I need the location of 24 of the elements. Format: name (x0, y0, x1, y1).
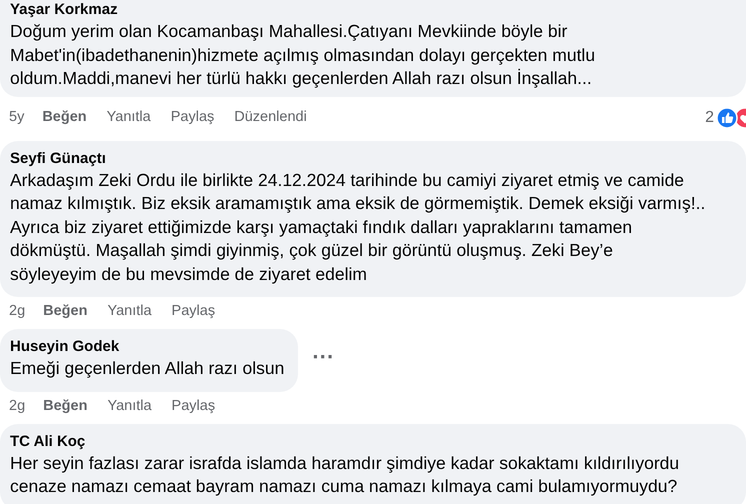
action-link[interactable]: Paylaş (172, 396, 216, 418)
action-link[interactable]: Paylaş (172, 301, 216, 323)
comment-time[interactable]: 2g (9, 396, 26, 418)
author-name[interactable]: TC Ali Koç (10, 432, 746, 452)
action-link[interactable]: Beğen (43, 301, 88, 323)
comment-text: Emeği geçenlerden Allah razı olsun (10, 357, 284, 380)
comment-text: Doğum yerim olan Kocamanbaşı Mahallesi.Çatıyanı Mevkiinde böyle bir Mabet'in(ibadethanenin)hizmete açılmış olmasından dolayı gerçekten mutlu oldum.Maddi,manevi her türlü hakkı geçenlerden Allah razı olsun İnşallah... (10, 20, 596, 90)
action-link[interactable]: Beğen (42, 106, 87, 128)
comment-time[interactable]: 2g (9, 301, 26, 323)
like-icon (716, 106, 738, 128)
more-button[interactable]: ··· (312, 346, 334, 374)
author-name[interactable]: Seyfi Günaçtı (10, 148, 746, 168)
comment-text: Arkadaşım Zeki Ordu ile birlikte 24.12.2024 tarihinde bu camiyi ziyaret etmiş ve camide namaz kılmıştık. Biz eksik aramamıştık ama eksik de görmemiştik. Demek eksiği varmış!.. Ayrıca biz ziyaret ettiğimizde karşı yamaçtaki fındık dalları yapraklarını tamamen dökmüştü. Maşallah şimdi giyinmiş, çok güzel bir görüntü oluşmuş. Zeki Bey’e söyleyeyim de bu mevsimde de ziyaret edelim (10, 168, 706, 286)
edited-label: Düzenlendi (234, 108, 307, 127)
author-name[interactable]: Yaşar Korkmaz (10, 0, 746, 20)
reaction-count[interactable]: 2 (705, 106, 714, 130)
author-name[interactable]: Huseyin Godek (10, 337, 284, 357)
action-link[interactable]: Beğen (43, 396, 88, 418)
comment-text: Her seyin fazlası zarar israfda islamda haramdır şimdiye kadar sokaktamı kıldırılıyordu cenaze namazı cemaat bayram namazı cuma namazı kılmaya cami bulamıyormuydu? (10, 452, 680, 498)
action-link[interactable]: Yanıtla (107, 396, 152, 418)
action-link[interactable]: Paylaş (170, 106, 214, 128)
action-link[interactable]: Yanıtla (107, 301, 152, 323)
comment-time[interactable]: 5y (9, 106, 24, 128)
action-link[interactable]: Yanıtla (106, 106, 151, 128)
